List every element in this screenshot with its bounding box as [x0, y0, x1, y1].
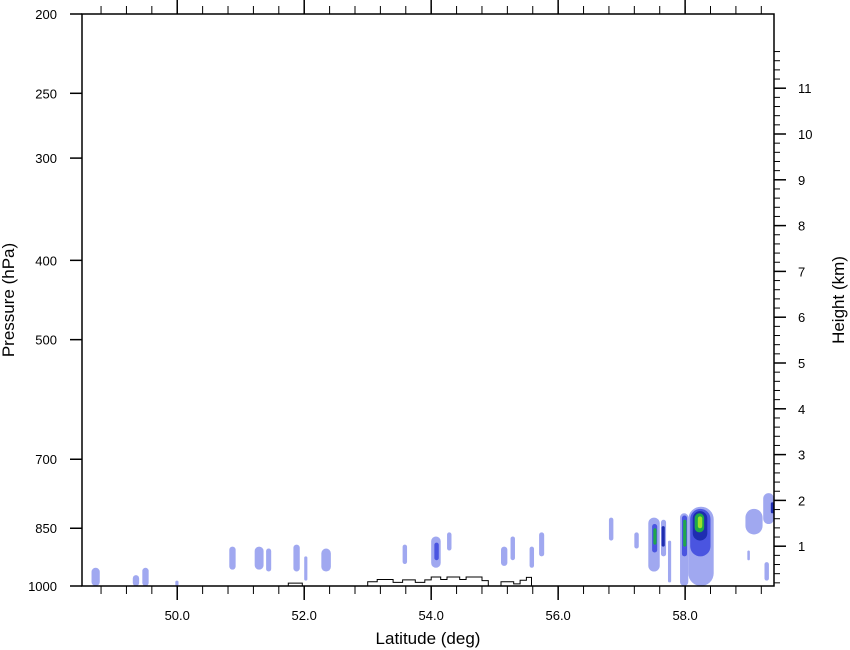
contour-fill-18 [608, 517, 614, 541]
height-tick-label: 3 [798, 448, 805, 463]
height-tick-label: 6 [798, 310, 805, 325]
height-tick-label: 4 [798, 402, 805, 417]
pressure-tick-label: 700 [35, 452, 57, 467]
contour-fill-16 [529, 546, 535, 568]
x-tick-label: 50.0 [165, 608, 190, 623]
height-tick-label: 5 [798, 356, 805, 371]
contour-fill-34 [745, 508, 763, 535]
contour-fill-7 [293, 544, 300, 572]
pressure-tick-label: 850 [35, 521, 57, 536]
contour-fill-33 [697, 516, 703, 529]
contour-fill-12 [434, 542, 439, 561]
cross-section-chart: 50.0 52.0 54.0 56.0 58.020025030040050070085… [0, 0, 848, 648]
x-axis-title: Latitude (deg) [376, 629, 481, 648]
x-tick-label: 52.0 [292, 608, 317, 623]
terrain-outline [287, 576, 532, 587]
contour-fill-8 [304, 556, 308, 581]
y-axis-title-right: Height (km) [829, 256, 848, 344]
contour-fill-38 [764, 562, 769, 581]
contour-fill-25 [667, 540, 672, 583]
contour-fill-13 [447, 532, 452, 551]
height-tick-label: 9 [798, 173, 805, 188]
contour-fill-14 [501, 546, 508, 566]
x-tick-label: 56.0 [545, 608, 570, 623]
contour-fill-9 [321, 548, 331, 572]
tick-layer [70, 0, 786, 600]
pressure-tick-label: 400 [35, 253, 57, 268]
contour-fill-0 [91, 567, 100, 586]
terrain-layer [287, 576, 532, 587]
contour-fill-17 [539, 532, 545, 557]
pressure-tick-label: 300 [35, 151, 57, 166]
contour-fill-6 [266, 548, 272, 572]
contour-fill-15 [510, 536, 515, 561]
height-tick-label: 10 [798, 127, 812, 142]
height-tick-label: 11 [798, 81, 812, 96]
contour-fill-4 [229, 546, 236, 570]
y-axis-title-left: Pressure (hPa) [0, 243, 18, 357]
pressure-tick-label: 1000 [28, 579, 57, 594]
pressure-tick-label: 250 [35, 86, 57, 101]
contour-fill-1 [132, 575, 140, 586]
contour-fill-5 [254, 546, 264, 570]
x-tick-label: 58.0 [672, 608, 697, 623]
height-tick-label: 1 [798, 539, 805, 554]
plot-frame [81, 13, 775, 587]
contour-fill-19 [634, 532, 639, 549]
height-tick-label: 8 [798, 219, 805, 234]
contour-fill-2 [142, 567, 149, 586]
contour-fill-10 [402, 544, 408, 565]
contour-fill-24 [661, 526, 665, 547]
contour-fill-37 [747, 550, 750, 561]
x-tick-label: 54.0 [419, 608, 444, 623]
contour-fill-28 [683, 519, 687, 547]
height-tick-label: 2 [798, 493, 805, 508]
height-tick-label: 7 [798, 264, 805, 279]
contour-fill-3 [175, 580, 179, 586]
contour-fill-22 [653, 528, 657, 545]
contour-fill-layer [91, 493, 774, 586]
pressure-tick-label: 500 [35, 333, 57, 348]
pressure-tick-label: 200 [35, 7, 57, 22]
